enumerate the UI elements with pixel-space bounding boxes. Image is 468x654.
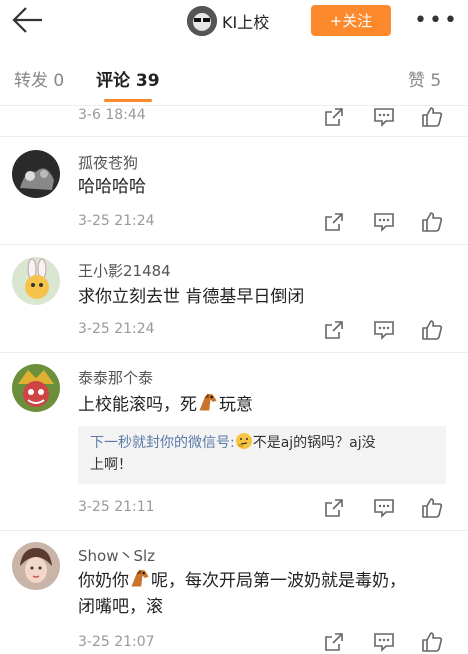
comment-text-part: 上校能滚吗，死 xyxy=(78,395,197,415)
share-icon[interactable] xyxy=(323,106,345,128)
active-tab-indicator xyxy=(104,99,152,102)
divider xyxy=(0,136,468,137)
comment-actions xyxy=(323,631,463,653)
like-icon[interactable] xyxy=(421,631,443,653)
avatar[interactable] xyxy=(12,542,60,590)
comment-icon[interactable] xyxy=(373,631,395,653)
like-icon[interactable] xyxy=(421,106,443,128)
commenter-name[interactable]: Show丶Slz xyxy=(78,545,155,566)
comment-time: 3-25 21:24 xyxy=(78,213,155,229)
commenter-name[interactable]: 泰泰那个泰 xyxy=(78,367,153,388)
share-icon[interactable] xyxy=(323,631,345,653)
share-icon[interactable] xyxy=(323,319,345,341)
comment-time: 3-25 21:24 xyxy=(78,321,155,337)
tab-bar: 转发 0 评论 39 赞 5 xyxy=(0,50,468,106)
follow-button[interactable]: +关注 xyxy=(311,5,391,36)
comment-icon[interactable] xyxy=(373,497,395,519)
like-icon[interactable] xyxy=(421,497,443,519)
tab-comments[interactable]: 评论 39 xyxy=(96,66,160,91)
comment-text: 你奶你 呢，每次开局第一波奶就是毒奶， 闭嘴吧，滚 xyxy=(78,567,406,620)
like-icon[interactable] xyxy=(421,319,443,341)
reply-content: 不是aj的锅吗？aj没 xyxy=(252,435,376,451)
username[interactable]: KI上校 xyxy=(222,9,269,33)
top-bar: KI上校 +关注 ••• xyxy=(0,0,468,42)
comment-icon[interactable] xyxy=(373,211,395,233)
comment-actions xyxy=(323,319,463,341)
comment-actions xyxy=(323,211,463,233)
comment-time: 3-25 21:07 xyxy=(78,634,155,650)
comment-icon[interactable] xyxy=(373,319,395,341)
reply-content: 上啊！ xyxy=(90,457,132,473)
horse-emoji-icon xyxy=(131,569,149,587)
commenter-name[interactable]: 孤夜苍狗 xyxy=(78,152,138,173)
comment-text-part: 玩意 xyxy=(219,395,253,415)
more-options-button[interactable]: ••• xyxy=(414,8,459,33)
comment-text-part: 闭嘴吧，滚 xyxy=(78,597,163,617)
divider xyxy=(0,352,468,353)
comment-time: 3-6 18:44 xyxy=(78,107,146,123)
tab-likes[interactable]: 赞 5 xyxy=(408,66,441,91)
horse-emoji-icon xyxy=(199,393,217,411)
comment-text: 求你立刻去世 肯德基早日倒闭 xyxy=(78,287,305,307)
divider xyxy=(0,244,468,245)
reply-text: 下一秒就封你的微信号: 不是aj的锅吗？aj没上啊！ xyxy=(90,432,436,476)
share-icon[interactable] xyxy=(323,211,345,233)
avatar[interactable] xyxy=(12,257,60,305)
tab-repost[interactable]: 转发 0 xyxy=(14,66,64,91)
user-avatar[interactable] xyxy=(187,6,217,36)
comment-text-part: 你奶你 xyxy=(78,571,129,591)
thinking-emoji-icon xyxy=(235,433,252,449)
avatar[interactable] xyxy=(12,364,60,412)
comment-text-part: 呢，每次开局第一波奶就是毒奶， xyxy=(151,571,406,591)
like-icon[interactable] xyxy=(421,211,443,233)
divider xyxy=(0,530,468,531)
comment-actions xyxy=(323,106,463,128)
back-arrow-icon[interactable] xyxy=(10,5,44,35)
share-icon[interactable] xyxy=(323,497,345,519)
comment-time: 3-25 21:11 xyxy=(78,499,155,515)
reply-username[interactable]: 下一秒就封你的微信号: xyxy=(90,435,235,451)
commenter-name[interactable]: 王小影21484 xyxy=(78,260,171,281)
comment-icon[interactable] xyxy=(373,106,395,128)
comment-text: 哈哈哈哈 xyxy=(78,177,146,197)
reply-box[interactable]: 下一秒就封你的微信号: 不是aj的锅吗？aj没上啊！ xyxy=(78,426,446,484)
comment-text: 上校能滚吗，死 玩意 xyxy=(78,391,253,418)
comment-actions xyxy=(323,497,463,519)
avatar[interactable] xyxy=(12,150,60,198)
